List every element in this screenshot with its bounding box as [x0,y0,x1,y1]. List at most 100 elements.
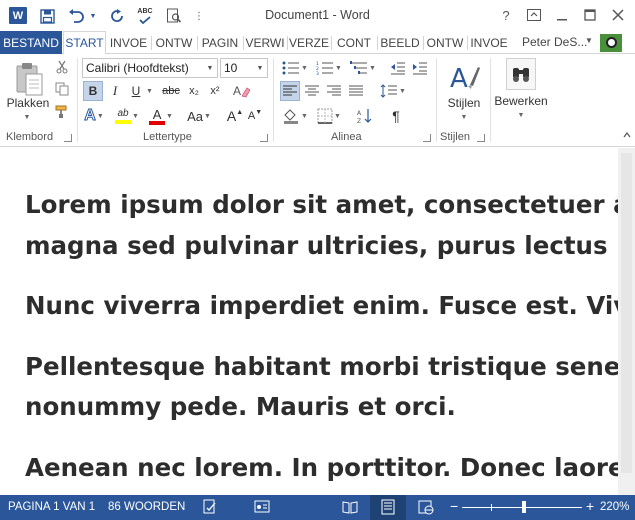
bold-button[interactable]: B [83,81,103,101]
minimize-button[interactable] [548,4,576,26]
document-paragraph[interactable]: Aenean nec lorem. In porttitor. Donec la… [25,448,618,489]
avatar[interactable] [600,34,622,52]
group-label-styles: Stijlen [440,131,470,143]
zoom-level[interactable]: 220% [600,501,629,513]
ribbon-display-options-button[interactable] [520,4,548,26]
shrink-font-button[interactable]: A ▼ [246,105,264,127]
close-button[interactable] [604,4,632,26]
line-spacing-button[interactable]: ▼ [378,81,408,101]
styles-launcher-icon[interactable] [477,134,485,142]
web-layout-icon[interactable] [418,499,434,518]
clipboard-launcher-icon[interactable] [64,134,72,142]
print-layout-icon[interactable] [380,499,396,518]
editing-dropdown-icon[interactable]: ▼ [516,110,526,120]
bullets-button[interactable]: ▼ [280,58,310,78]
paste-icon[interactable] [12,60,48,98]
maximize-button[interactable] [576,4,604,26]
strikethrough-button[interactable]: abc [159,81,183,101]
user-dropdown-icon[interactable]: ▼ [585,36,593,45]
document-canvas[interactable]: Lorem ipsum dolor sit amet, consectetuer… [0,148,618,495]
spelling-check-icon[interactable]: ABC [134,5,156,27]
vertical-scrollbar[interactable] [618,148,635,495]
tab-mailings[interactable]: VERZE [288,31,330,54]
align-right-button[interactable] [324,81,344,101]
tab-review[interactable]: CONT [332,31,376,54]
increase-indent-icon[interactable] [410,58,430,78]
format-painter-icon[interactable] [54,104,70,120]
font-name-dropdown-icon[interactable]: ▼ [203,59,217,77]
copy-icon[interactable] [54,81,70,97]
text-effects-button[interactable]: A ▼ [82,105,106,127]
tab-addins[interactable]: INVOE [468,31,510,54]
highlight-color-button[interactable]: ab ▼ [114,105,140,127]
zoom-out-button[interactable]: − [450,498,458,514]
font-size-dropdown-icon[interactable]: ▼ [253,59,267,77]
tab-design[interactable]: ONTW [152,31,196,54]
underline-button[interactable]: U [127,81,145,101]
document-body[interactable]: Lorem ipsum dolor sit amet, consectetuer… [25,185,618,495]
sort-icon[interactable]: AZ [354,105,376,127]
paragraph-launcher-icon[interactable] [423,134,431,142]
align-left-button[interactable] [280,81,300,101]
superscript-button[interactable]: x² [205,81,225,101]
tab-view[interactable]: BEELD [378,31,422,54]
tab-insert[interactable]: INVOE [107,31,150,54]
font-size-combobox[interactable]: 10 ▼ [220,58,268,78]
subscript-button[interactable]: x₂ [184,81,204,101]
tab-page-layout[interactable]: PAGIN [198,31,242,54]
shading-button[interactable]: ▼ [280,105,310,127]
user-name[interactable]: Peter DeS... [522,35,587,49]
change-case-button[interactable]: Aa ▼ [184,105,214,127]
styles-gallery-icon[interactable]: A [446,60,482,94]
vertical-scrollbar-thumb[interactable] [621,153,632,473]
save-icon[interactable] [36,5,58,27]
document-paragraph[interactable]: Nunc viverra imperdiet enim. Fusce est. … [25,286,618,327]
show-formatting-marks-button[interactable]: ¶ [386,105,406,127]
svg-text:A: A [233,84,241,98]
grow-font-button[interactable]: A ▲ [226,105,244,127]
font-launcher-icon[interactable] [260,134,268,142]
customize-toolbar-icon[interactable]: ⋮ [192,5,206,27]
print-preview-icon[interactable] [162,5,186,27]
title-bar: W ▼ ABC ⋮ Document1 - Word ? [0,0,635,31]
paste-label[interactable]: Plakken [2,96,54,110]
page-count[interactable]: PAGINA 1 VAN 1 [8,501,95,513]
editing-label[interactable]: Bewerken [492,94,550,108]
zoom-slider-midmark [491,504,492,511]
collapse-ribbon-icon[interactable] [622,130,632,140]
document-paragraph[interactable]: Lorem ipsum dolor sit amet, consectetuer… [25,185,618,266]
read-mode-icon[interactable] [342,499,358,518]
underline-dropdown-icon[interactable]: ▼ [145,81,154,101]
styles-label[interactable]: Stijlen [440,96,488,110]
word-count[interactable]: 86 WOORDEN [108,501,185,513]
align-center-button[interactable] [302,81,322,101]
undo-icon[interactable] [64,5,88,27]
numbering-button[interactable]: 1 2 3 ▼ [314,58,344,78]
multilevel-list-button[interactable]: ▼ [348,58,378,78]
font-name-combobox[interactable]: Calibri (Hoofdtekst) ▼ [82,58,218,78]
proofing-icon[interactable] [202,499,218,518]
decrease-indent-icon[interactable] [388,58,408,78]
tab-references[interactable]: VERWI [244,31,286,54]
zoom-slider-thumb[interactable] [522,501,526,513]
document-paragraph[interactable]: Pellentesque habitant morbi tristique se… [25,347,618,428]
tab-file[interactable]: BESTAND [0,31,62,54]
justify-button[interactable] [346,81,366,101]
styles-dropdown-icon[interactable]: ▼ [459,112,469,122]
tab-developer[interactable]: ONTW [424,31,466,54]
macro-recording-icon[interactable] [254,499,270,518]
tab-start[interactable]: START [63,31,106,55]
help-button[interactable]: ? [492,4,520,26]
paste-dropdown-icon[interactable]: ▼ [22,112,32,122]
cut-icon[interactable] [54,59,70,75]
font-color-button[interactable]: A ▼ [148,105,174,127]
zoom-in-button[interactable]: + [586,498,594,514]
borders-button[interactable]: ▼ [314,105,344,127]
word-logo-icon[interactable]: W [9,7,27,24]
undo-dropdown-icon[interactable]: ▼ [88,5,98,27]
clear-formatting-icon[interactable]: A [231,80,253,102]
spelling-check-label: ABC [137,8,153,15]
find-binoculars-icon[interactable] [506,58,536,90]
italic-button[interactable]: I [106,81,124,101]
redo-icon[interactable] [106,5,128,27]
